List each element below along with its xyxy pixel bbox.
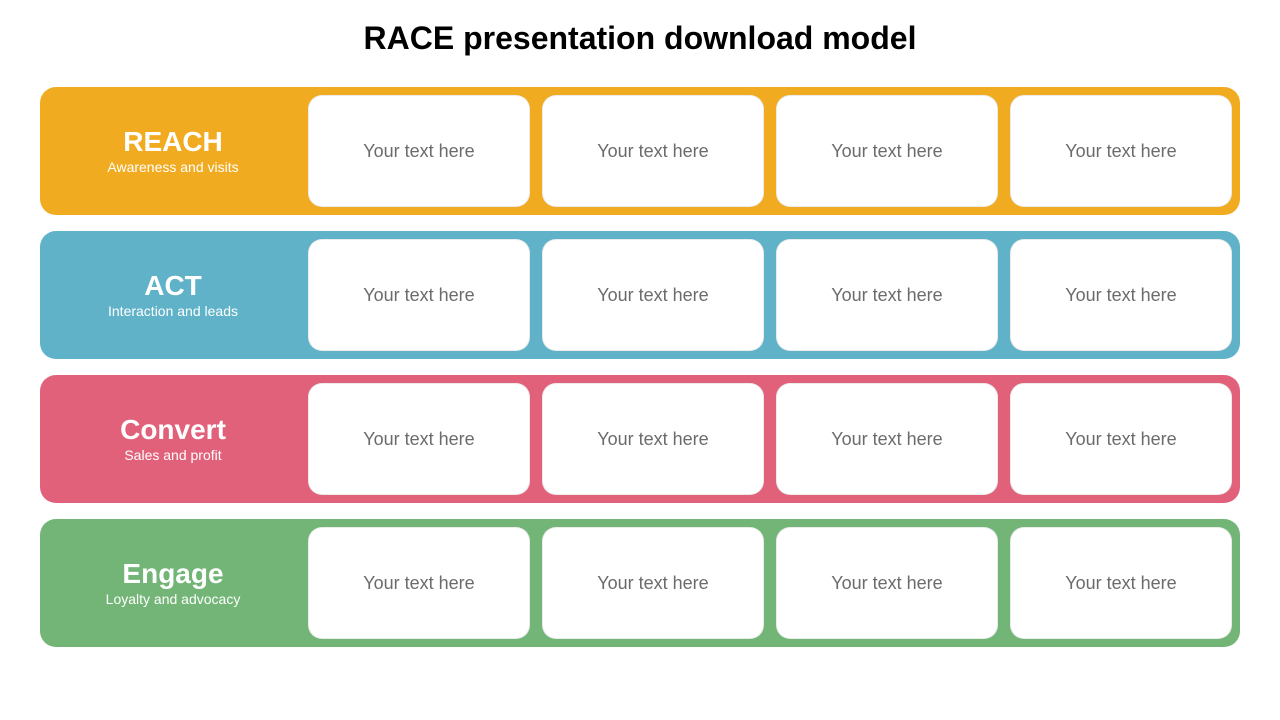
row-reach-label: REACH Awareness and visits (48, 95, 298, 207)
row-act-cell-4: Your text here (1010, 239, 1232, 351)
row-reach-cell-2: Your text here (542, 95, 764, 207)
row-act-cell-1: Your text here (308, 239, 530, 351)
row-reach-cell-4: Your text here (1010, 95, 1232, 207)
row-engage-subtitle: Loyalty and advocacy (106, 591, 241, 607)
row-reach: REACH Awareness and visits Your text her… (40, 87, 1240, 215)
row-engage-title: Engage (122, 559, 223, 590)
page-title: RACE presentation download model (40, 20, 1240, 57)
row-convert-label: Convert Sales and profit (48, 383, 298, 495)
row-act-title: ACT (144, 271, 202, 302)
row-convert-cell-3: Your text here (776, 383, 998, 495)
row-convert-cell-4: Your text here (1010, 383, 1232, 495)
row-reach-title: REACH (123, 127, 223, 158)
row-reach-cell-3: Your text here (776, 95, 998, 207)
row-engage-cell-3: Your text here (776, 527, 998, 639)
row-reach-cell-1: Your text here (308, 95, 530, 207)
row-act-cell-3: Your text here (776, 239, 998, 351)
row-engage-cell-2: Your text here (542, 527, 764, 639)
row-engage-cells: Your text here Your text here Your text … (308, 527, 1232, 639)
row-act-label: ACT Interaction and leads (48, 239, 298, 351)
row-act-subtitle: Interaction and leads (108, 303, 238, 319)
row-engage-cell-4: Your text here (1010, 527, 1232, 639)
row-convert-subtitle: Sales and profit (124, 447, 221, 463)
row-convert: Convert Sales and profit Your text here … (40, 375, 1240, 503)
row-convert-cell-2: Your text here (542, 383, 764, 495)
row-engage-cell-1: Your text here (308, 527, 530, 639)
row-act-cell-2: Your text here (542, 239, 764, 351)
row-act-cells: Your text here Your text here Your text … (308, 239, 1232, 351)
row-reach-subtitle: Awareness and visits (107, 159, 238, 175)
row-act: ACT Interaction and leads Your text here… (40, 231, 1240, 359)
row-convert-cells: Your text here Your text here Your text … (308, 383, 1232, 495)
row-reach-cells: Your text here Your text here Your text … (308, 95, 1232, 207)
row-engage: Engage Loyalty and advocacy Your text he… (40, 519, 1240, 647)
row-convert-cell-1: Your text here (308, 383, 530, 495)
row-convert-title: Convert (120, 415, 226, 446)
race-rows-container: REACH Awareness and visits Your text her… (40, 87, 1240, 647)
row-engage-label: Engage Loyalty and advocacy (48, 527, 298, 639)
